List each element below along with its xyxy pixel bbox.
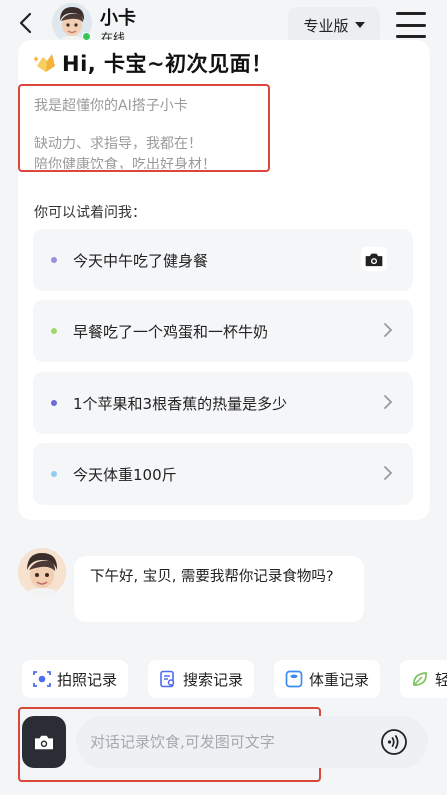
scan-camera-icon bbox=[33, 671, 51, 687]
fasting-button[interactable]: 轻断 bbox=[400, 660, 447, 698]
bullet-dot bbox=[51, 471, 57, 477]
weight-record-label: 体重记录 bbox=[309, 670, 370, 689]
camera-button[interactable] bbox=[22, 716, 66, 768]
search-record-button[interactable]: 搜索记录 bbox=[148, 660, 255, 698]
assistant-name: 小卡 bbox=[100, 8, 136, 29]
chevron-right-icon bbox=[384, 395, 393, 409]
intro-line-1: 我是超懂你的AI搭子小卡 bbox=[34, 98, 188, 114]
fasting-label: 轻断 bbox=[435, 670, 447, 689]
quick-action-bar: 拍照记录 搜索记录 体重记录 轻断 bbox=[22, 660, 447, 700]
suggestion-text: 早餐吃了一个鸡蛋和一杯牛奶 bbox=[73, 322, 269, 341]
bullet-dot bbox=[51, 257, 57, 263]
voice-input-icon[interactable] bbox=[380, 728, 408, 756]
search-record-label: 搜索记录 bbox=[183, 670, 244, 689]
bot-avatar[interactable] bbox=[18, 548, 66, 596]
suggestion-item[interactable]: 今天中午吃了健身餐 bbox=[33, 229, 413, 291]
caret-down-icon bbox=[354, 22, 365, 28]
scale-icon bbox=[285, 670, 303, 688]
bullet-dot bbox=[51, 328, 57, 334]
camera-icon[interactable] bbox=[361, 247, 387, 271]
suggestion-item[interactable]: 1个苹果和3根香蕉的热量是多少 bbox=[33, 372, 413, 434]
plan-select-button[interactable]: 专业版 bbox=[288, 7, 380, 43]
back-arrow-icon[interactable] bbox=[14, 8, 38, 38]
suggestion-item[interactable]: 早餐吃了一个鸡蛋和一杯牛奶 bbox=[33, 300, 413, 362]
chevron-right-icon bbox=[384, 466, 393, 480]
menu-icon[interactable] bbox=[396, 12, 426, 38]
chevron-right-icon bbox=[384, 323, 393, 337]
bot-message-bubble: 下午好, 宝贝, 需要我帮你记录食物吗? bbox=[74, 556, 364, 622]
suggestions-label: 你可以试着问我： bbox=[34, 205, 146, 221]
intro-line-2: 缺动力、求指导，我都在！ bbox=[34, 136, 202, 152]
photo-record-button[interactable]: 拍照记录 bbox=[22, 660, 129, 698]
greeting-text: Hi, 卡宝~初次见面！ bbox=[62, 52, 273, 76]
leaf-icon bbox=[413, 672, 427, 686]
greeting: Hi, 卡宝~初次见面！ bbox=[34, 48, 273, 78]
suggestion-text: 今天中午吃了健身餐 bbox=[73, 251, 209, 270]
camera-icon bbox=[35, 735, 53, 750]
chat-input[interactable] bbox=[90, 726, 370, 758]
plan-label: 专业版 bbox=[303, 16, 349, 35]
sparkle-gem-icon bbox=[34, 54, 55, 72]
weight-record-button[interactable]: 体重记录 bbox=[274, 660, 381, 698]
search-doc-icon bbox=[160, 670, 175, 688]
suggestion-text: 1个苹果和3根香蕉的热量是多少 bbox=[73, 394, 288, 413]
photo-record-label: 拍照记录 bbox=[57, 670, 118, 689]
chat-input-container bbox=[76, 716, 428, 768]
suggestion-text: 今天体重100斤 bbox=[73, 465, 177, 484]
suggestion-item[interactable]: 今天体重100斤 bbox=[33, 443, 413, 505]
intro-line-3: 陪你健康饮食，吃出好身材！ bbox=[34, 157, 216, 169]
bullet-dot bbox=[51, 400, 57, 406]
